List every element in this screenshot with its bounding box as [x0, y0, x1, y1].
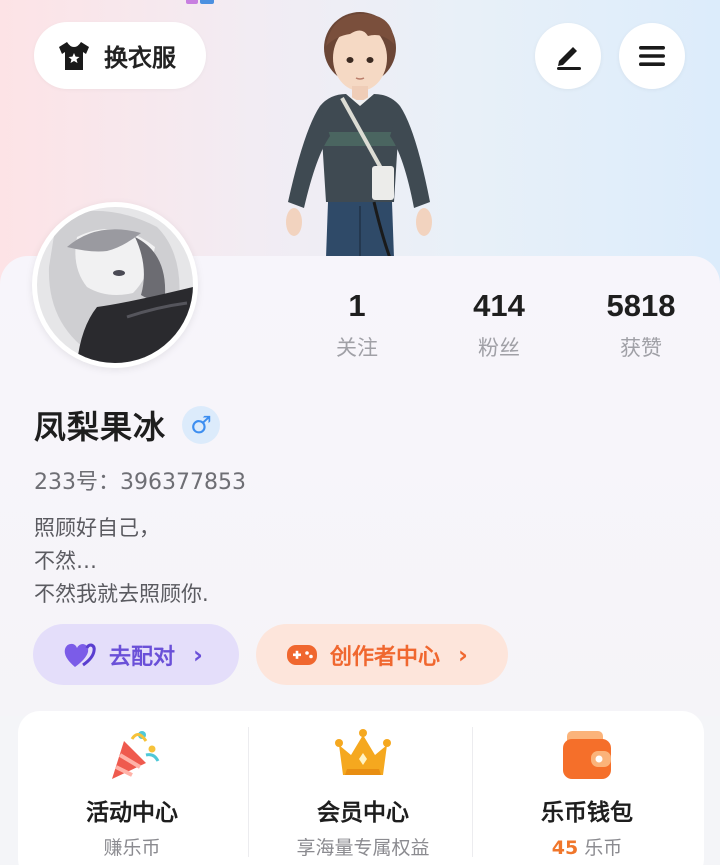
creator-center-label: 创作者中心 — [330, 644, 441, 670]
bio: 照顾好自己， 不然… 不然我就去照顾你. — [34, 512, 209, 611]
likes-label: 获赞 — [620, 336, 662, 360]
bio-line: 照顾好自己， — [34, 516, 160, 540]
feature-card: 活动中心 赚乐币 会员中心 享海量专属权益 乐币钱包 45 乐币 — [18, 711, 704, 865]
crown-icon — [335, 729, 391, 775]
user-id[interactable]: 233号：396377853 — [34, 464, 246, 496]
coin-unit: 乐币 — [578, 837, 623, 859]
chevron-right-icon: › — [193, 640, 203, 669]
wallet-icon — [563, 731, 611, 779]
gamepad-icon — [287, 644, 317, 665]
menu-button[interactable] — [619, 23, 685, 89]
tshirt-icon — [59, 41, 89, 70]
bio-line: 不然我就去照顾你. — [34, 582, 209, 606]
coin-wallet-subtitle: 45 乐币 — [473, 833, 701, 860]
followers-count: 414 — [473, 288, 525, 323]
coin-balance: 45 — [551, 837, 579, 859]
activity-center-title: 活动中心 — [86, 800, 178, 826]
male-gender-icon: ♂ — [182, 406, 220, 444]
coin-wallet[interactable]: 乐币钱包 45 乐币 — [473, 711, 701, 865]
change-outfit-button[interactable]: 换衣服 — [34, 22, 206, 89]
pen-icon — [557, 47, 581, 70]
bio-line: 不然… — [34, 549, 97, 573]
match-button[interactable]: 去配对 › — [33, 624, 239, 685]
coin-wallet-title: 乐币钱包 — [541, 800, 633, 826]
following-count: 1 — [348, 288, 366, 323]
member-center-subtitle: 享海量专属权益 — [296, 837, 430, 859]
hearts-icon — [64, 642, 96, 667]
match-label: 去配对 — [109, 644, 176, 670]
stat-likes[interactable]: 5818 获赞 — [576, 288, 706, 362]
party-popper-icon — [112, 731, 160, 779]
stat-followers[interactable]: 414 粉丝 — [434, 288, 564, 362]
edit-profile-button[interactable] — [535, 23, 601, 89]
followers-label: 粉丝 — [478, 336, 520, 360]
activity-center[interactable]: 活动中心 赚乐币 — [18, 711, 246, 865]
stat-following[interactable]: 1 关注 — [292, 288, 422, 362]
change-outfit-label: 换衣服 — [104, 44, 176, 72]
username: 凤梨果冰 — [34, 408, 167, 446]
creator-center-button[interactable]: 创作者中心 › — [256, 624, 508, 685]
member-center[interactable]: 会员中心 享海量专属权益 — [249, 711, 477, 865]
menu-icon — [639, 46, 665, 66]
likes-count: 5818 — [606, 288, 676, 323]
activity-center-subtitle: 赚乐币 — [103, 837, 161, 859]
avatar-3d-figure[interactable] — [270, 6, 450, 258]
avatar-image — [37, 207, 193, 363]
member-center-title: 会员中心 — [317, 800, 409, 826]
avatar[interactable] — [32, 202, 198, 368]
chevron-right-icon: › — [458, 640, 468, 669]
following-label: 关注 — [336, 336, 378, 360]
